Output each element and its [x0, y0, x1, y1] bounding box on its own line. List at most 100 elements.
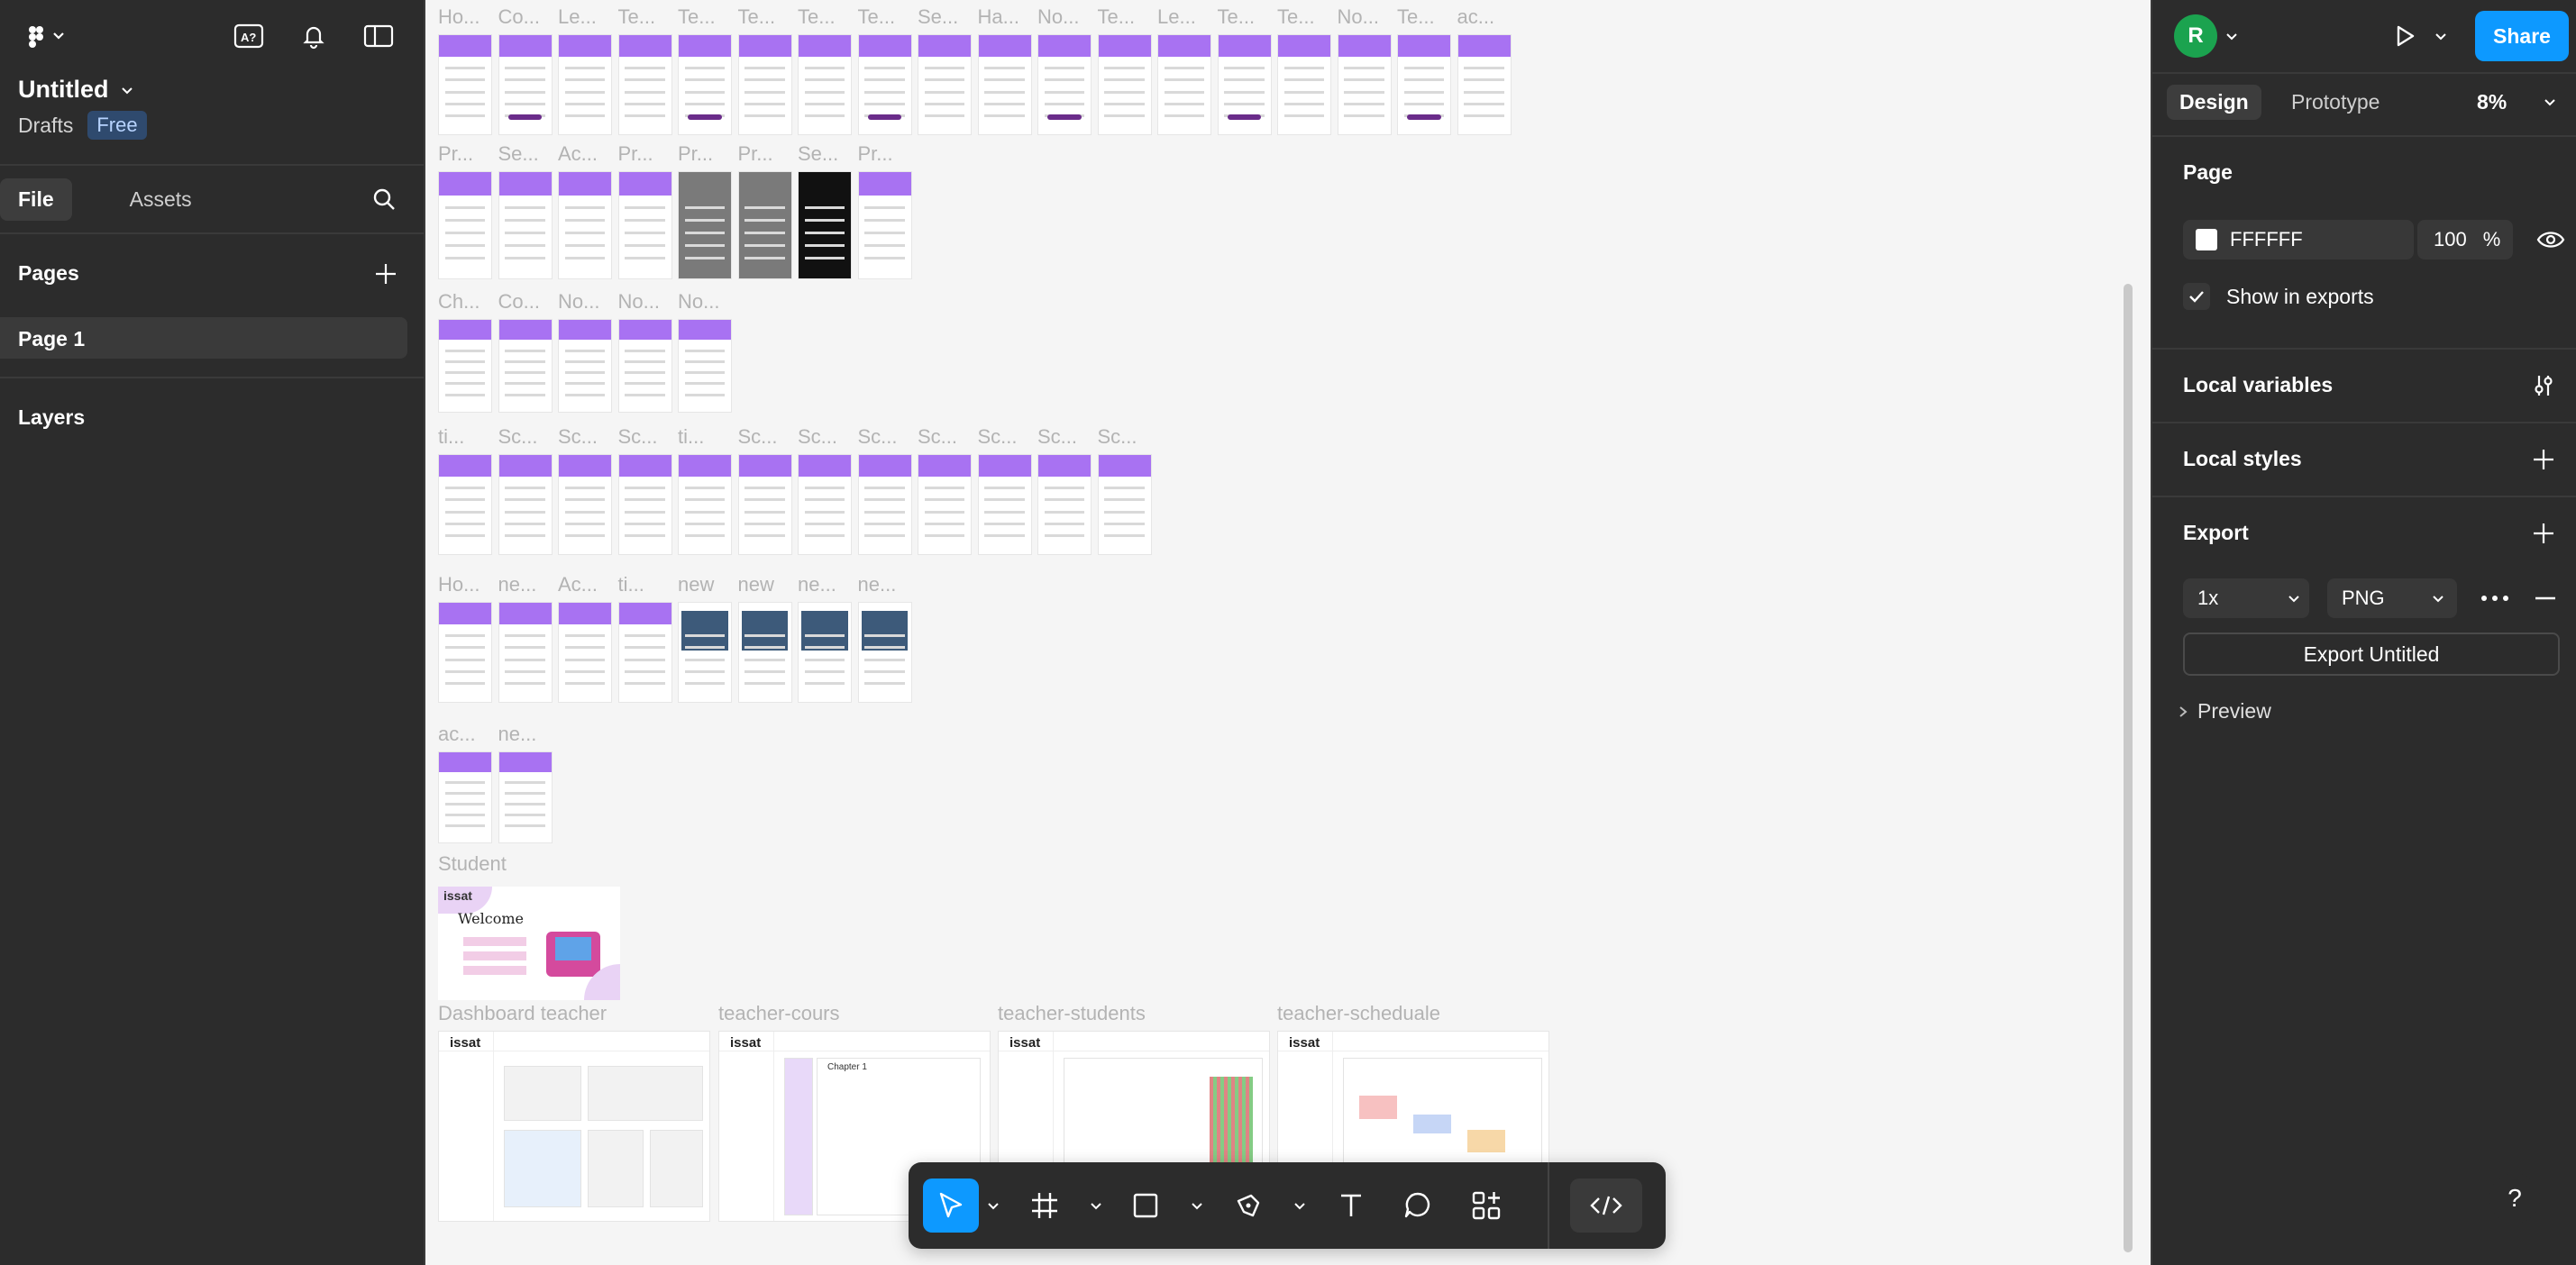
frame-label[interactable]: No...: [1037, 5, 1079, 29]
frame-tool-button[interactable]: [1022, 1179, 1067, 1233]
frame-thumbnail[interactable]: [798, 34, 852, 135]
shape-tool-button[interactable]: [1123, 1179, 1168, 1233]
project-location[interactable]: Drafts: [18, 114, 73, 138]
page-background-color-field[interactable]: FFFFFF: [2183, 220, 2414, 259]
remove-export-icon[interactable]: [2529, 582, 2562, 614]
frame-thumbnail[interactable]: [438, 171, 492, 279]
tab-prototype[interactable]: Prototype: [2291, 90, 2380, 114]
frame-thumbnail[interactable]: [1037, 454, 1092, 555]
frame-label[interactable]: Se...: [918, 5, 958, 29]
frame-thumbnail[interactable]: [558, 34, 612, 135]
frame-thumbnail[interactable]: [558, 602, 612, 703]
frame-label[interactable]: new: [678, 573, 714, 596]
chevron-down-icon[interactable]: [2544, 96, 2556, 108]
frame-thumbnail[interactable]: [438, 319, 492, 413]
pen-tool-button[interactable]: [1226, 1179, 1271, 1233]
frame-thumbnail[interactable]: [678, 602, 732, 703]
search-icon[interactable]: [366, 181, 402, 217]
frame-label[interactable]: Ha...: [978, 5, 1019, 29]
frame-label[interactable]: Pr...: [858, 142, 893, 166]
frame-label[interactable]: Sc...: [738, 425, 778, 449]
frame-label[interactable]: ne...: [798, 573, 836, 596]
frame-label[interactable]: Sc...: [1037, 425, 1077, 449]
frame-label[interactable]: Te...: [1277, 5, 1315, 29]
export-more-options-icon[interactable]: [2475, 582, 2515, 614]
frame-thumbnail[interactable]: [498, 454, 553, 555]
export-format-select[interactable]: PNG: [2327, 578, 2457, 618]
canvas-vertical-scrollbar[interactable]: [2124, 284, 2133, 1252]
move-tool-dropdown[interactable]: [982, 1179, 1004, 1233]
frame-label[interactable]: Ac...: [558, 142, 598, 166]
page-opacity-field[interactable]: 100 %: [2417, 220, 2513, 259]
frame-label[interactable]: ne...: [498, 573, 537, 596]
actions-tool-button[interactable]: [1464, 1179, 1509, 1233]
add-style-icon[interactable]: [2526, 441, 2562, 478]
frame-thumbnail[interactable]: [678, 319, 732, 413]
frame-thumbnail[interactable]: [498, 602, 553, 703]
frame-label[interactable]: No...: [1338, 5, 1379, 29]
comment-tool-button[interactable]: [1395, 1179, 1440, 1233]
frame-label-dashboard-teacher[interactable]: Dashboard teacher: [438, 1002, 607, 1025]
dev-mode-toggle[interactable]: [1570, 1179, 1642, 1233]
frame-label-teacher-students[interactable]: teacher-students: [998, 1002, 1146, 1025]
frame-label[interactable]: ne...: [498, 723, 537, 746]
frame-thumbnail[interactable]: [857, 171, 912, 279]
frame-thumbnail[interactable]: [558, 171, 612, 279]
frame-label[interactable]: Sc...: [618, 425, 658, 449]
frame-label[interactable]: ac...: [1457, 5, 1495, 29]
student-welcome-frame[interactable]: issat Welcome: [438, 887, 620, 1000]
frame-thumbnail[interactable]: [558, 454, 612, 555]
frame-thumbnail[interactable]: [1037, 34, 1092, 135]
design-canvas[interactable]: Student issat Welcome Dashboard teacher …: [425, 0, 2151, 1265]
frame-thumbnail[interactable]: [737, 454, 792, 555]
shape-tool-dropdown[interactable]: [1186, 1179, 1208, 1233]
file-title-menu[interactable]: Untitled: [18, 76, 147, 104]
frame-label-student[interactable]: Student: [438, 852, 507, 876]
frame-thumbnail[interactable]: [617, 34, 672, 135]
frame-label[interactable]: Sc...: [858, 425, 898, 449]
frame-label[interactable]: Sc...: [558, 425, 598, 449]
help-button[interactable]: ?: [2489, 1173, 2540, 1224]
frame-label[interactable]: Te...: [1098, 5, 1136, 29]
frame-thumbnail[interactable]: [977, 454, 1032, 555]
frame-label[interactable]: No...: [678, 290, 719, 314]
frame-thumbnail[interactable]: [617, 171, 672, 279]
frame-label[interactable]: Sc...: [978, 425, 1018, 449]
frame-thumbnail[interactable]: [617, 602, 672, 703]
variables-settings-icon[interactable]: [2526, 368, 2562, 404]
add-export-icon[interactable]: [2526, 515, 2562, 551]
frame-thumbnail[interactable]: [737, 602, 792, 703]
frame-label[interactable]: Te...: [798, 5, 836, 29]
move-tool-button[interactable]: [923, 1179, 979, 1233]
frame-label[interactable]: Te...: [678, 5, 716, 29]
frame-label[interactable]: Sc...: [798, 425, 837, 449]
frame-thumbnail[interactable]: [857, 454, 912, 555]
frame-label[interactable]: Co...: [498, 290, 540, 314]
frame-label[interactable]: Te...: [858, 5, 896, 29]
frame-thumbnail[interactable]: [857, 34, 912, 135]
frame-thumbnail[interactable]: [1097, 34, 1152, 135]
frame-label[interactable]: ne...: [858, 573, 897, 596]
visibility-eye-icon[interactable]: [2535, 223, 2567, 256]
frame-label[interactable]: No...: [558, 290, 599, 314]
frame-label[interactable]: Pr...: [618, 142, 653, 166]
frame-label[interactable]: No...: [618, 290, 660, 314]
frame-label-teacher-scheduale[interactable]: teacher-scheduale: [1277, 1002, 1440, 1025]
export-button[interactable]: Export Untitled: [2183, 632, 2560, 676]
frame-label[interactable]: Pr...: [438, 142, 473, 166]
frame-thumbnail[interactable]: [617, 454, 672, 555]
frame-thumbnail[interactable]: [438, 751, 492, 843]
frame-label[interactable]: ti...: [678, 425, 704, 449]
frame-label[interactable]: ti...: [438, 425, 464, 449]
frame-thumbnail[interactable]: [798, 602, 852, 703]
page-item-page-1[interactable]: Page 1: [0, 317, 407, 359]
tab-file[interactable]: File: [0, 177, 72, 221]
local-variables-title[interactable]: Local variables: [2183, 373, 2333, 397]
frame-label-teacher-cours[interactable]: teacher-cours: [718, 1002, 840, 1025]
add-page-icon[interactable]: [368, 256, 404, 292]
tab-assets[interactable]: Assets: [112, 178, 210, 221]
frame-label[interactable]: Le...: [558, 5, 597, 29]
frame-label[interactable]: Te...: [1218, 5, 1256, 29]
frame-thumbnail[interactable]: [498, 171, 553, 279]
frame-label[interactable]: Sc...: [918, 425, 957, 449]
